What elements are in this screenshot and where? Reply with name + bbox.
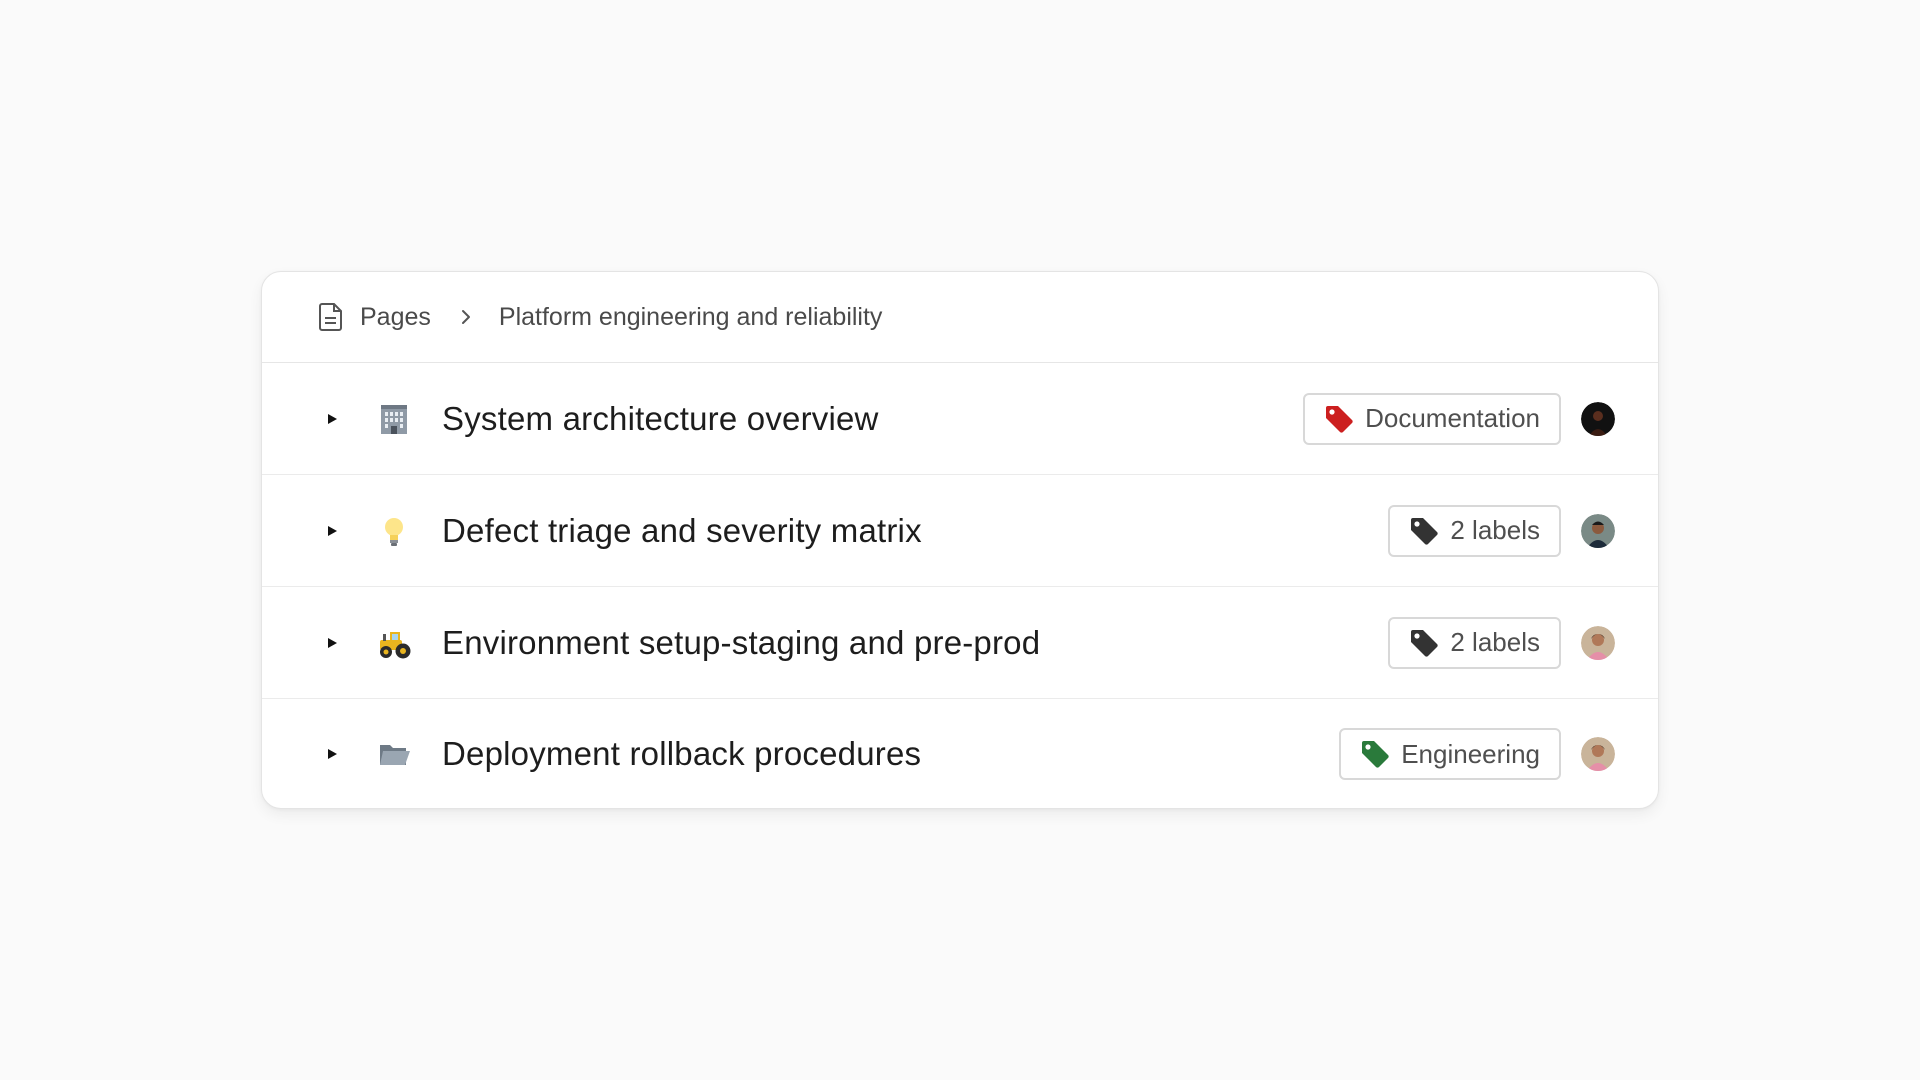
label-tag-multiple[interactable]: 2 labels xyxy=(1388,616,1561,669)
avatar[interactable] xyxy=(1581,513,1615,548)
office-building-icon xyxy=(376,401,412,437)
light-bulb-icon xyxy=(376,513,412,549)
avatar[interactable] xyxy=(1581,737,1615,771)
page-row-defect-triage[interactable]: Defect triage and severity matrix 2 labe… xyxy=(262,475,1658,587)
avatar[interactable] xyxy=(1581,401,1615,436)
page-title[interactable]: Defect triage and severity matrix xyxy=(442,512,922,550)
tag-label: Documentation xyxy=(1365,403,1540,433)
breadcrumb: Pages Platform engineering and reliabili… xyxy=(262,272,1658,363)
tags-icon xyxy=(1408,627,1440,659)
tags-icon xyxy=(1408,515,1440,547)
label-tag-documentation[interactable]: Documentation xyxy=(1303,392,1561,445)
page-title[interactable]: System architecture overview xyxy=(442,400,879,438)
document-icon xyxy=(318,302,344,332)
breadcrumb-current: Platform engineering and reliability xyxy=(498,302,883,331)
chevron-right-icon xyxy=(457,308,475,326)
avatar[interactable] xyxy=(1581,625,1615,660)
page-row-system-architecture[interactable]: System architecture overview Documentati… xyxy=(262,363,1658,475)
tag-icon xyxy=(1359,738,1391,770)
page-row-deployment-rollback[interactable]: Deployment rollback procedures Engineeri… xyxy=(262,699,1658,808)
tag-icon xyxy=(1323,403,1355,435)
caret-right-icon[interactable] xyxy=(325,636,339,650)
tag-label: 2 labels xyxy=(1450,627,1540,657)
caret-right-icon[interactable] xyxy=(325,524,339,538)
tag-label: Engineering xyxy=(1401,738,1540,769)
tractor-icon xyxy=(376,625,412,661)
caret-right-icon[interactable] xyxy=(325,412,339,426)
label-tag-engineering[interactable]: Engineering xyxy=(1339,728,1561,780)
page-row-environment-setup[interactable]: Environment setup-staging and pre-prod 2… xyxy=(262,587,1658,699)
pages-card: Pages Platform engineering and reliabili… xyxy=(261,271,1659,809)
tag-label: 2 labels xyxy=(1450,515,1540,545)
breadcrumb-root-link[interactable]: Pages xyxy=(360,303,431,332)
caret-right-icon[interactable] xyxy=(325,747,339,761)
page-title[interactable]: Deployment rollback procedures xyxy=(442,735,921,773)
page-title[interactable]: Environment setup-staging and pre-prod xyxy=(442,624,1040,662)
open-folder-icon xyxy=(376,736,412,772)
label-tag-multiple[interactable]: 2 labels xyxy=(1388,504,1561,557)
